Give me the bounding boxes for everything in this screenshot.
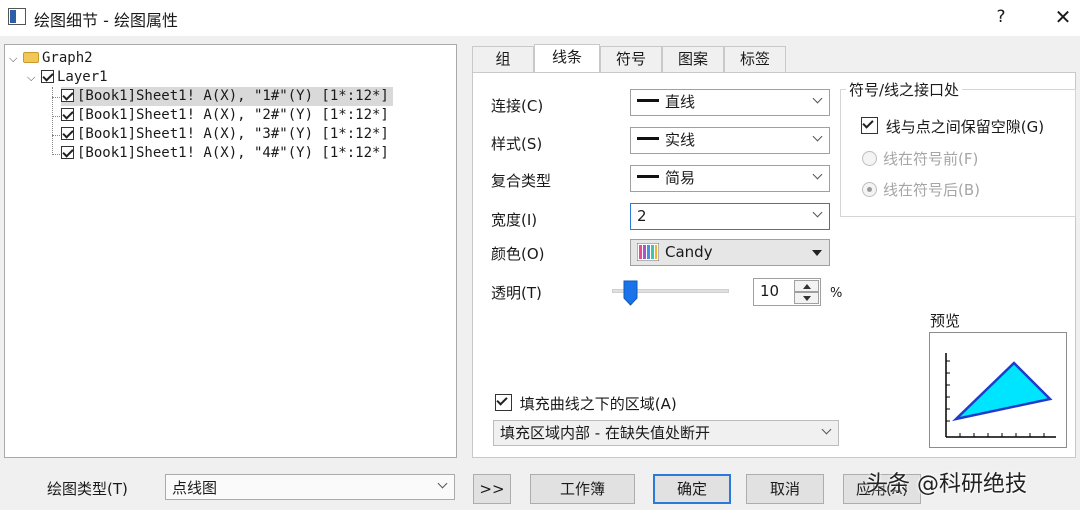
close-button[interactable]: ✕: [1048, 4, 1078, 30]
chevron-down-icon: [821, 424, 832, 435]
chevron-down-icon: [812, 207, 823, 218]
tab-pattern[interactable]: 图案: [662, 46, 724, 73]
line-swatch-icon: [637, 99, 659, 102]
chevron-down-icon: [812, 169, 823, 180]
arrow-up-icon: [803, 284, 811, 289]
tree-node-graph[interactable]: ⌵ Graph2: [9, 49, 93, 68]
tree-node-label: Graph2: [42, 50, 93, 66]
tree-connector: [52, 154, 60, 155]
compound-value: 简易: [665, 169, 696, 187]
tree-connector: [52, 97, 60, 98]
connect-dropdown[interactable]: 直线: [630, 89, 830, 116]
width-value: 2: [637, 207, 647, 225]
expand-button[interactable]: >>: [473, 474, 511, 504]
ok-button[interactable]: 确定: [653, 474, 731, 504]
cancel-button[interactable]: 取消: [746, 474, 824, 504]
tree-item-plot-2[interactable]: [Book1]Sheet1! A(X), "2#"(Y) [1*:12*]: [61, 106, 389, 125]
color-value: Candy: [665, 243, 713, 261]
line-swatch-icon: [637, 175, 659, 178]
compound-label: 复合类型: [491, 172, 552, 190]
tree-item-label: [Book1]Sheet1! A(X), "3#"(Y) [1*:12*]: [77, 126, 389, 142]
interface-group-title: 符号/线之接口处: [846, 79, 963, 100]
tree-item-plot-4[interactable]: [Book1]Sheet1! A(X), "4#"(Y) [1*:12*]: [61, 144, 389, 163]
help-button[interactable]: ?: [986, 4, 1016, 30]
workbook-button[interactable]: 工作簿: [530, 474, 635, 504]
preview-box: [929, 332, 1067, 448]
preview-fill-shape: [951, 361, 1053, 422]
plot-checkbox[interactable]: [61, 146, 74, 159]
connect-label: 连接(C): [491, 97, 544, 115]
gap-checkbox[interactable]: [861, 117, 878, 134]
tree-item-plot-3[interactable]: [Book1]Sheet1! A(X), "3#"(Y) [1*:12*]: [61, 125, 389, 144]
line-swatch-icon: [637, 137, 659, 140]
radio-label: 线在符号前(F): [883, 150, 979, 168]
plot-checkbox[interactable]: [61, 89, 74, 102]
connect-value: 直线: [665, 93, 696, 111]
tree-item-label: [Book1]Sheet1! A(X), "1#"(Y) [1*:12*]: [77, 88, 389, 104]
chevron-down-icon: [812, 93, 823, 104]
watermark-text: 头条 @科研绝技: [866, 472, 1027, 497]
tree-item-label: [Book1]Sheet1! A(X), "2#"(Y) [1*:12*]: [77, 107, 389, 123]
tree-connector: [52, 135, 60, 136]
gap-checkbox-row[interactable]: 线与点之间保留空隙(G): [861, 116, 1044, 137]
plot-type-dropdown[interactable]: 点线图: [165, 474, 455, 500]
plot-type-label: 绘图类型(T): [47, 480, 128, 498]
folder-open-icon: [23, 52, 39, 63]
tree-item-label: [Book1]Sheet1! A(X), "4#"(Y) [1*:12*]: [77, 145, 389, 161]
chevron-down-icon[interactable]: ⌵: [9, 49, 23, 68]
candy-palette-icon: [636, 242, 660, 262]
percent-unit: %: [830, 286, 843, 301]
spin-up-button[interactable]: [794, 280, 819, 292]
style-value: 实线: [665, 131, 696, 149]
tree-node-layer[interactable]: ⌵ Layer1: [27, 68, 108, 87]
tree-node-label: Layer1: [57, 69, 108, 85]
width-label: 宽度(I): [491, 211, 538, 229]
dropdown-arrow-icon: [812, 250, 822, 256]
spin-down-button[interactable]: [794, 292, 819, 304]
plot-checkbox[interactable]: [61, 108, 74, 121]
tab-line[interactable]: 线条: [534, 44, 600, 73]
tab-group[interactable]: 组: [472, 46, 534, 73]
color-dropdown[interactable]: Candy: [630, 239, 830, 266]
style-label: 样式(S): [491, 135, 543, 153]
gap-checkbox-label: 线与点之间保留空隙(G): [885, 118, 1045, 136]
app-icon: [8, 8, 26, 25]
fill-checkbox-row[interactable]: 填充曲线之下的区域(A): [495, 393, 677, 414]
radio-line-before[interactable]: 线在符号前(F): [862, 148, 978, 169]
width-combobox[interactable]: 2: [630, 203, 830, 230]
preview-graphic: [945, 353, 1056, 438]
radio-label: 线在符号后(B): [883, 181, 980, 199]
chevron-down-icon: [812, 131, 823, 142]
radio-button[interactable]: [862, 151, 877, 166]
compound-dropdown[interactable]: 简易: [630, 165, 830, 192]
fill-checkbox[interactable]: [495, 394, 512, 411]
radio-line-after[interactable]: 线在符号后(B): [862, 179, 980, 200]
tab-label[interactable]: 标签: [724, 46, 786, 73]
layer-checkbox[interactable]: [41, 70, 54, 83]
plot-type-value: 点线图: [172, 479, 218, 497]
chevron-down-icon[interactable]: ⌵: [27, 68, 41, 87]
style-dropdown[interactable]: 实线: [630, 127, 830, 154]
tab-symbol[interactable]: 符号: [600, 46, 662, 73]
plot-checkbox[interactable]: [61, 127, 74, 140]
plot-tree: ⌵ Graph2 ⌵ Layer1 [Book1]Sheet1! A(X), "1#…: [4, 44, 457, 458]
fill-checkbox-label: 填充曲线之下的区域(A): [519, 395, 677, 413]
transparency-label: 透明(T): [491, 284, 542, 302]
window-title: 绘图细节 - 绘图属性: [34, 11, 178, 30]
preview-label: 预览: [930, 312, 961, 330]
radio-button[interactable]: [862, 182, 877, 197]
tree-connector: [52, 116, 60, 117]
fill-mode-value: 填充区域内部 - 在缺失值处断开: [500, 424, 710, 442]
color-label: 颜色(O): [491, 245, 545, 263]
fill-mode-dropdown[interactable]: 填充区域内部 - 在缺失值处断开: [493, 420, 839, 446]
slider-thumb[interactable]: [623, 280, 638, 306]
transparency-value: 10: [760, 282, 780, 300]
chevron-down-icon: [437, 478, 448, 489]
arrow-down-icon: [803, 296, 811, 301]
tree-item-plot-1[interactable]: [Book1]Sheet1! A(X), "1#"(Y) [1*:12*]: [61, 87, 393, 106]
